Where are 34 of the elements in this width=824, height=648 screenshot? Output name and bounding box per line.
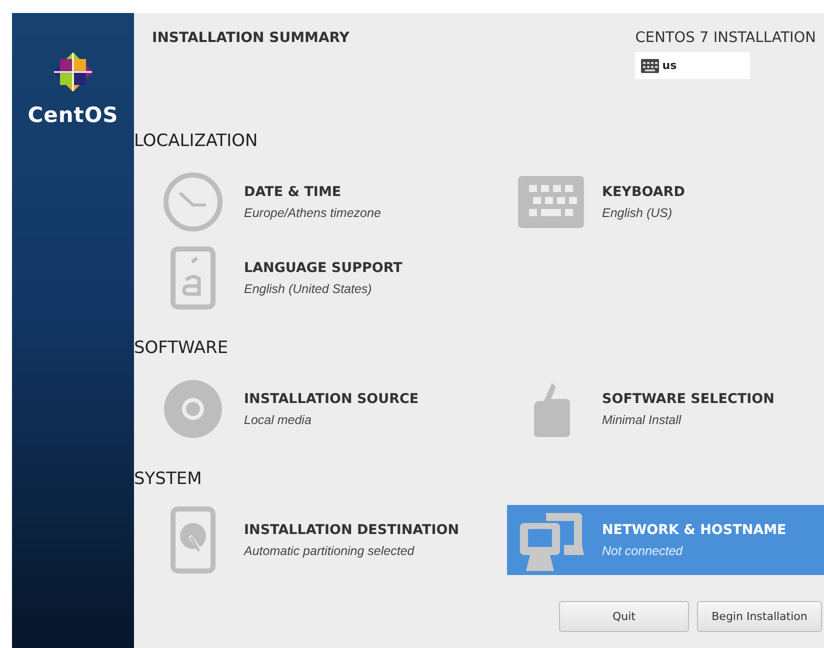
section-title: SOFTWARE: [134, 338, 228, 358]
spoke-title: NETWORK & HOSTNAME: [602, 522, 786, 538]
keyboard-icon: [518, 176, 584, 228]
spoke-status: Not connected: [602, 544, 684, 558]
spoke-item[interactable]: INSTALLATION SOURCE Local media: [149, 374, 507, 444]
language-icon: [170, 246, 216, 310]
spoke-item[interactable]: DATE & TIME Europe/Athens timezone: [149, 167, 507, 237]
spoke-status: English (US): [602, 206, 674, 220]
spoke-title: SOFTWARE SELECTION: [602, 391, 774, 407]
spoke-item[interactable]: SOFTWARE SELECTION Minimal Install: [507, 374, 824, 444]
spoke-title: INSTALLATION DESTINATION: [244, 522, 460, 538]
clock-icon: [162, 171, 224, 233]
spoke-item[interactable]: KEYBOARD English (US): [507, 167, 824, 237]
spoke-item[interactable]: INSTALLATION DESTINATION Automatic partitioning selected: [149, 505, 507, 575]
keyboard-layout-indicator[interactable]: us: [635, 52, 750, 79]
spoke-title: KEYBOARD: [602, 184, 685, 200]
keyboard-icon: [641, 58, 660, 72]
section-title: SYSTEM: [134, 469, 202, 489]
begin-installation-button[interactable]: Begin Installation: [697, 601, 822, 632]
spoke-status: Minimal Install: [602, 413, 682, 427]
spoke-status: Automatic partitioning selected: [244, 544, 416, 558]
page-title: INSTALLATION SUMMARY: [152, 30, 350, 46]
disc-icon: [164, 380, 222, 438]
spoke-title: DATE & TIME: [244, 184, 342, 200]
spoke-item[interactable]: LANGUAGE SUPPORT English (United States): [149, 243, 507, 313]
spoke-status: Local media: [244, 413, 312, 427]
spoke-status: Europe/Athens timezone: [244, 206, 381, 220]
spoke-title: INSTALLATION SOURCE: [244, 391, 419, 407]
section-title: LOCALIZATION: [134, 131, 258, 151]
product-title: CENTOS 7 INSTALLATION: [635, 30, 816, 46]
spoke-status: English (United States): [244, 282, 373, 296]
logo-text: CentOS: [28, 103, 118, 127]
spoke-title: LANGUAGE SUPPORT: [244, 260, 402, 276]
quit-button[interactable]: Quit: [559, 601, 689, 632]
